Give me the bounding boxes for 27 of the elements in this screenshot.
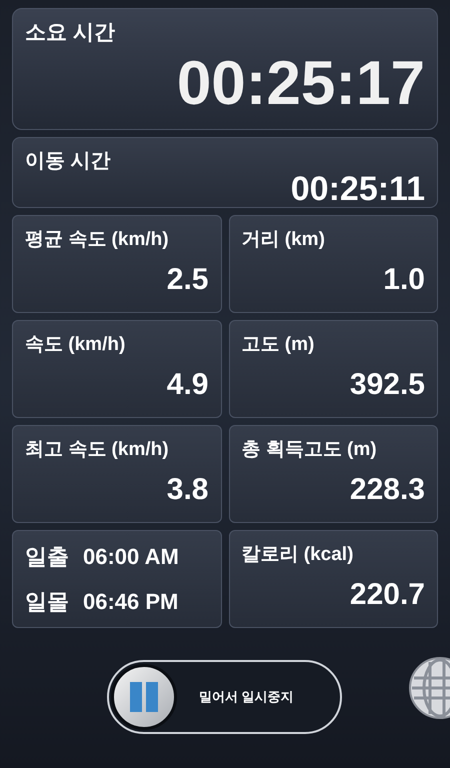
slider-label: 밀어서 일시중지 <box>199 688 294 706</box>
stat-label: 평균 속도 (km/h) <box>25 228 169 252</box>
stat-value: 228.3 <box>350 474 425 504</box>
total-time-label: 소요 시간 <box>25 20 115 46</box>
stat-label: 최고 속도 (km/h) <box>25 438 169 462</box>
globe-icon[interactable] <box>408 656 450 720</box>
stat-label: 칼로리 (kcal) <box>242 543 354 567</box>
sun-time: 06:46 PM <box>83 588 178 616</box>
moving-time-label: 이동 시간 <box>25 149 111 174</box>
sun-label: 일출 <box>25 543 69 571</box>
stat-value: 1.0 <box>383 264 425 294</box>
stat-value: 3.8 <box>166 474 208 504</box>
stat-label: 속도 (km/h) <box>25 333 126 357</box>
stat-value: 392.5 <box>350 370 425 400</box>
pause-icon <box>129 682 159 712</box>
stat-value: 2.5 <box>166 264 208 294</box>
total-time-value: 00:25:17 <box>176 52 425 114</box>
stat-label: 거리 (km) <box>242 228 325 252</box>
stat-label: 총 획득고도 (m) <box>242 438 377 462</box>
sun-time: 06:00 AM <box>83 543 179 571</box>
pause-slider[interactable]: 밀어서 일시중지 <box>107 660 342 734</box>
stat-value: 4.9 <box>166 370 208 400</box>
stat-label: 고도 (m) <box>242 333 314 357</box>
sun-label: 일몰 <box>25 588 69 616</box>
moving-time-value: 00:25:11 <box>290 172 425 206</box>
stat-value: 220.7 <box>350 580 425 610</box>
pause-handle[interactable] <box>111 664 177 730</box>
